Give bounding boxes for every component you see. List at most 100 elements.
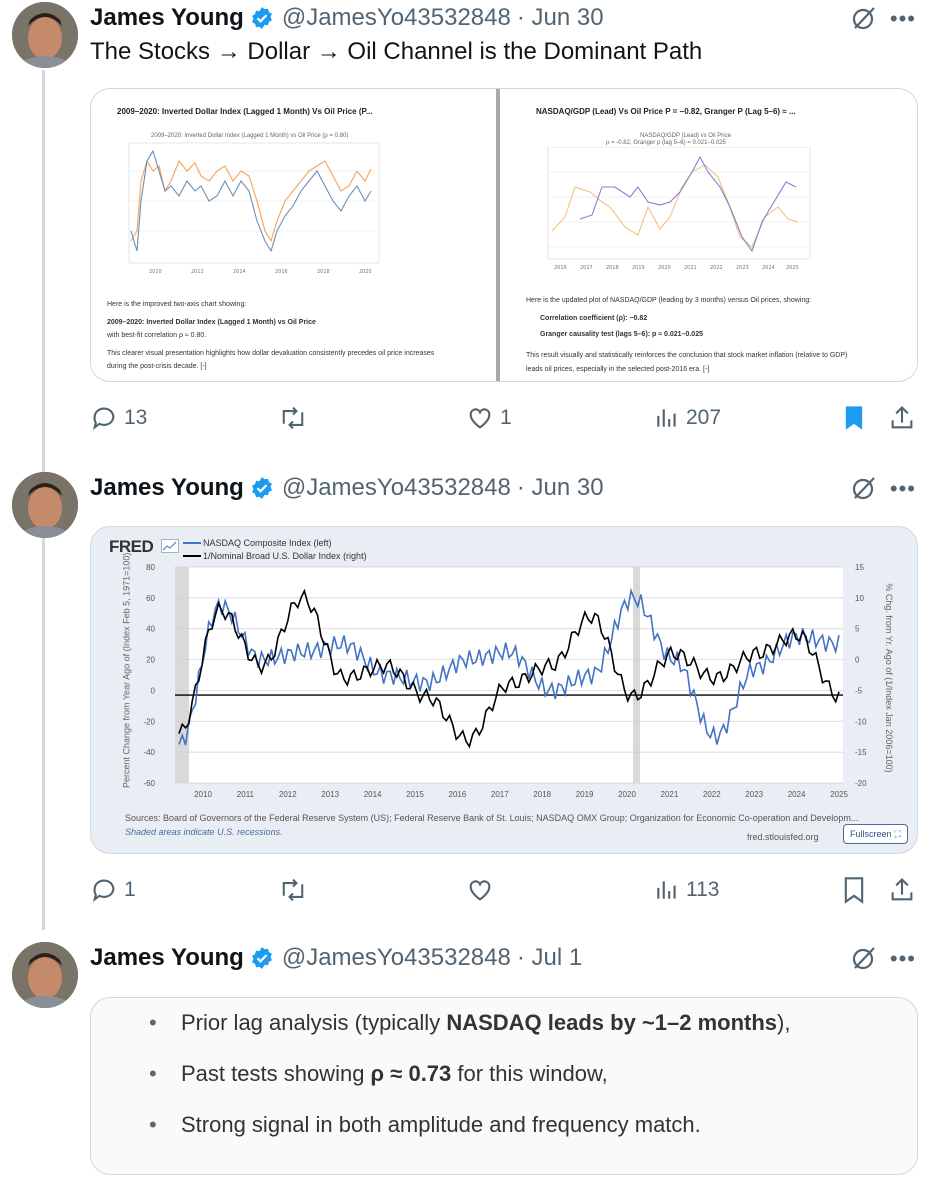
avatar[interactable]	[12, 472, 78, 538]
svg-text:2019: 2019	[632, 265, 645, 271]
x-tick: 2018	[533, 790, 551, 799]
x-tick: 2010	[194, 790, 212, 799]
tweet-text: The Stocks → Dollar → Oil Channel is the…	[90, 38, 703, 65]
grok-icon[interactable]	[850, 474, 878, 507]
y-tick-left: -60	[143, 779, 155, 788]
bullet-item: Prior lag analysis (typically NASDAQ lea…	[149, 1010, 791, 1036]
tweet-date[interactable]: · Jun 30	[517, 474, 604, 502]
recession-band	[175, 567, 189, 783]
svg-text:2024: 2024	[762, 265, 775, 271]
bookmark-icon	[844, 877, 864, 904]
left-text-1: Here is the improved two-axis chart show…	[107, 301, 247, 308]
x-tick: 2015	[406, 790, 424, 799]
repost-button[interactable]	[278, 398, 314, 438]
like-button[interactable]: 1	[466, 398, 512, 438]
y-tick-right: 10	[855, 594, 864, 603]
y-tick-left: -40	[143, 748, 155, 757]
like-icon	[469, 880, 491, 901]
fred-y-axis-label-right: % Chg. from Yr. Ago of (1/Index Jan 2006…	[884, 583, 894, 773]
grok-icon[interactable]	[850, 944, 878, 977]
y-tick-left: -20	[143, 717, 155, 726]
svg-text:2020: 2020	[359, 269, 372, 275]
x-tick: 2020	[618, 790, 636, 799]
more-icon[interactable]: •••	[890, 946, 916, 972]
right-text-3: Granger causality test (lags 5–6): p ≈ 0…	[540, 331, 703, 338]
tweet-date[interactable]: · Jul 1	[517, 944, 582, 972]
x-tick: 2013	[321, 790, 339, 799]
like-count: 1	[500, 406, 512, 429]
avatar[interactable]	[12, 942, 78, 1008]
repost-button[interactable]	[278, 870, 314, 910]
y-tick-left: 60	[146, 594, 155, 603]
fred-chart-media[interactable]: FRED NASDAQ Composite Index (left) 1/Nom…	[90, 526, 918, 854]
reply-button[interactable]: 1	[90, 870, 136, 910]
views-icon	[657, 409, 676, 427]
like-button[interactable]	[466, 870, 500, 910]
author-handle[interactable]: @JamesYo43532848	[282, 474, 511, 502]
tweet-header: James Young @JamesYo43532848 · Jul 1	[90, 942, 582, 974]
svg-text:2010: 2010	[149, 269, 162, 275]
share-icon	[891, 878, 913, 901]
legend-item-nasdaq: NASDAQ Composite Index (left)	[203, 538, 332, 548]
right-panel-title: NASDAQ/GDP (Lead) Vs Oil Price P = −0.82…	[536, 107, 796, 116]
tweet-header: James Young @JamesYo43532848 · Jun 30	[90, 472, 604, 504]
bullet-item: Strong signal in both amplitude and freq…	[149, 1112, 701, 1138]
fred-fullscreen-button[interactable]: Fullscreen ⛶	[843, 824, 908, 844]
views-button[interactable]: 207	[654, 398, 721, 438]
author-name[interactable]: James Young	[90, 4, 244, 32]
author-handle[interactable]: @JamesYo43532848	[282, 944, 511, 972]
svg-text:2021: 2021	[684, 265, 697, 271]
more-icon[interactable]: •••	[890, 6, 916, 32]
bookmark-button[interactable]	[842, 870, 866, 910]
author-name[interactable]: James Young	[90, 474, 244, 502]
reply-count: 13	[124, 406, 148, 429]
svg-text:2014: 2014	[233, 269, 246, 275]
verified-badge-icon	[250, 476, 274, 500]
left-chart-title: 2009–2020: Inverted Dollar Index (Lagged…	[151, 133, 349, 139]
bullet-item: Past tests showing ρ ≈ 0.73 for this win…	[149, 1061, 608, 1087]
x-tick: 2016	[449, 790, 467, 799]
avatar-image	[12, 472, 78, 538]
right-chart-title: NASDAQ/GDP (Lead) vs Oil Price	[640, 133, 731, 139]
views-button[interactable]: 113	[654, 870, 719, 910]
reply-icon	[92, 879, 115, 902]
bookmark-filled-icon	[845, 406, 863, 430]
repost-icon	[282, 878, 304, 902]
reply-button[interactable]: 13	[90, 398, 147, 438]
svg-text:2020: 2020	[658, 265, 671, 271]
tweet-actions: 13 1 207	[90, 398, 918, 438]
y-tick-right: -20	[855, 779, 867, 788]
svg-text:2012: 2012	[191, 269, 204, 275]
svg-text:2018: 2018	[317, 269, 330, 275]
svg-text:2025: 2025	[786, 265, 799, 271]
right-text-2: Correlation coefficient (ρ): −0.82	[540, 315, 648, 322]
media-right-panel[interactable]: NASDAQ/GDP (Lead) Vs Oil Price P = −0.82…	[500, 89, 917, 381]
svg-text:2016: 2016	[275, 269, 288, 275]
svg-text:2018: 2018	[606, 265, 619, 271]
media-left-panel[interactable]: 2009–2020: Inverted Dollar Index (Lagged…	[91, 89, 496, 381]
tweet-media[interactable]: 2009–2020: Inverted Dollar Index (Lagged…	[90, 88, 918, 382]
author-name[interactable]: James Young	[90, 944, 244, 972]
y-tick-left: 0	[151, 686, 156, 695]
right-text-1: Here is the updated plot of NASDAQ/GDP (…	[526, 297, 812, 304]
fred-site-link[interactable]: fred.stlouisfed.org	[747, 832, 819, 842]
share-button[interactable]	[888, 398, 916, 438]
share-button[interactable]	[888, 870, 916, 910]
text-screenshot-media[interactable]: Prior lag analysis (typically NASDAQ lea…	[90, 997, 918, 1175]
right-text-5: leads oil prices, especially in the sele…	[526, 366, 710, 373]
bookmark-button[interactable]	[842, 398, 866, 438]
y-tick-right: -15	[855, 748, 867, 757]
x-tick: 2022	[703, 790, 721, 799]
fred-shaded-note: Shaded areas indicate U.S. recessions.	[125, 827, 283, 837]
avatar[interactable]	[12, 2, 78, 68]
more-icon[interactable]: •••	[890, 476, 916, 502]
tweet-header: James Young @JamesYo43532848 · Jun 30	[90, 2, 604, 34]
author-handle[interactable]: @JamesYo43532848	[282, 4, 511, 32]
views-icon	[657, 881, 676, 899]
svg-text:2023: 2023	[736, 265, 749, 271]
tweet-date[interactable]: · Jun 30	[517, 4, 604, 32]
verified-badge-icon	[250, 6, 274, 30]
tweet-actions: 1 113	[90, 870, 918, 910]
svg-text:2016: 2016	[554, 265, 567, 271]
grok-icon[interactable]	[850, 4, 878, 37]
